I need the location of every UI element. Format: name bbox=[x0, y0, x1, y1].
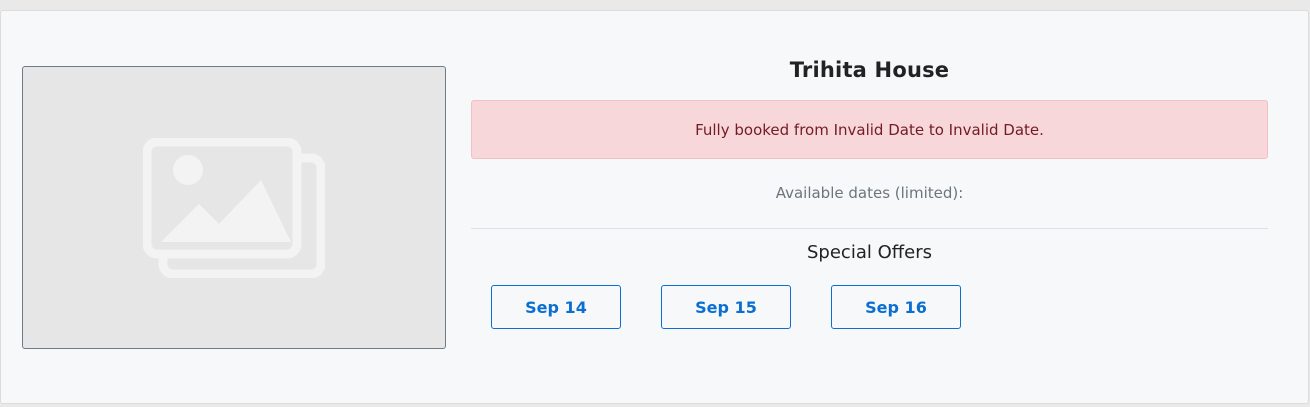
divider bbox=[471, 228, 1268, 229]
offer-date-button[interactable]: Sep 15 bbox=[661, 285, 791, 329]
available-dates-label: Available dates (limited): bbox=[775, 184, 964, 202]
special-offers-heading: Special Offers bbox=[807, 242, 932, 263]
image-placeholder-icon bbox=[143, 137, 325, 278]
listing-card: Trihita House Fully booked from Invalid … bbox=[0, 10, 1309, 404]
listing-image-placeholder bbox=[22, 66, 446, 349]
listing-info: Trihita House Fully booked from Invalid … bbox=[471, 11, 1268, 405]
booking-alert: Fully booked from Invalid Date to Invali… bbox=[471, 100, 1268, 159]
offer-date-button[interactable]: Sep 16 bbox=[831, 285, 961, 329]
booking-alert-message: Fully booked from Invalid Date to Invali… bbox=[695, 120, 1044, 139]
listing-title: Trihita House bbox=[789, 58, 950, 82]
offer-date-button[interactable]: Sep 14 bbox=[491, 285, 621, 329]
